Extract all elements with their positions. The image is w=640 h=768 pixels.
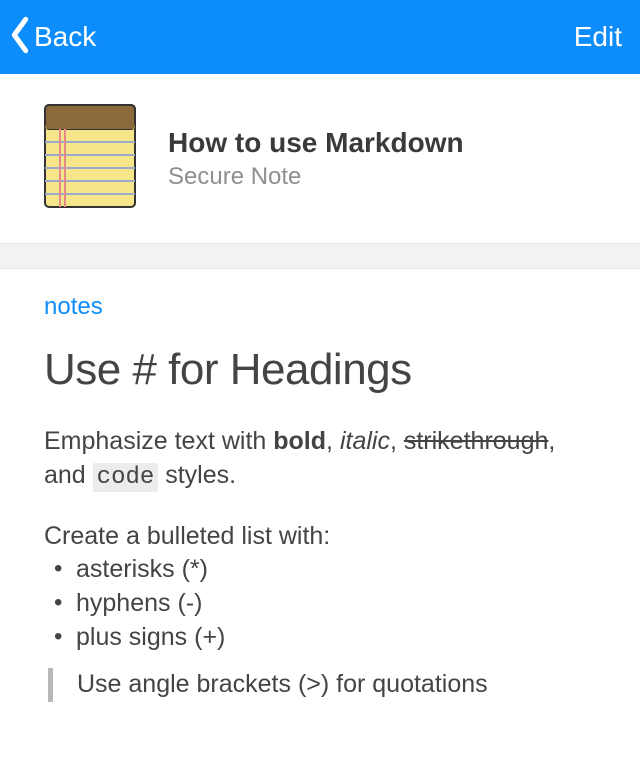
text: , [326, 427, 340, 455]
content-heading: Use # for Headings [44, 345, 596, 395]
note-header: How to use Markdown Secure Note [0, 74, 640, 243]
edit-button[interactable]: Edit [574, 21, 622, 53]
bold-sample: bold [273, 427, 326, 455]
note-content: notes Use # for Headings Emphasize text … [0, 269, 640, 702]
list-item: plus signs (+) [50, 621, 596, 655]
navbar: Back Edit [0, 0, 640, 74]
list-item: hyphens (-) [50, 587, 596, 621]
bullet-list: asterisks (*) hyphens (-) plus signs (+) [44, 553, 596, 654]
text: , [390, 427, 404, 455]
chevron-left-icon [8, 15, 32, 60]
code-sample: code [93, 463, 159, 492]
list-intro: Create a bulleted list with: [44, 522, 596, 551]
back-label: Back [34, 21, 96, 53]
notepad-icon [44, 104, 136, 213]
text: Emphasize text with [44, 427, 273, 455]
blockquote: Use angle brackets (>) for quotations [48, 668, 596, 702]
section-label[interactable]: notes [44, 293, 596, 321]
section-divider [0, 243, 640, 269]
strike-sample: strikethrough [404, 427, 549, 455]
note-title: How to use Markdown [168, 127, 464, 159]
back-button[interactable]: Back [8, 15, 96, 60]
quote-text: Use angle brackets (>) for quotations [77, 670, 488, 698]
italic-sample: italic [340, 427, 390, 455]
emphasis-paragraph: Emphasize text with bold, italic, strike… [44, 425, 596, 494]
text: styles. [158, 461, 236, 489]
note-type: Secure Note [168, 163, 464, 191]
list-item: asterisks (*) [50, 553, 596, 587]
